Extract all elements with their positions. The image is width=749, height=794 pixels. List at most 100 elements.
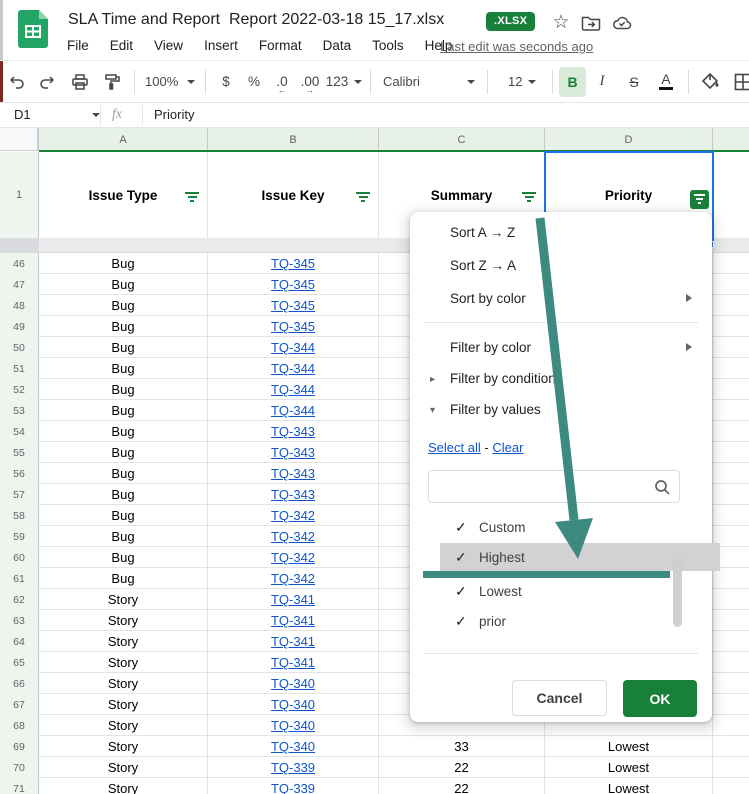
row-header-61[interactable]: 61 bbox=[0, 568, 39, 589]
cell-B62[interactable]: TQ-341 bbox=[208, 589, 379, 610]
issue-link[interactable]: TQ-340 bbox=[271, 676, 315, 691]
last-edit-status[interactable]: Last edit was seconds ago bbox=[440, 39, 593, 54]
filter-search-input[interactable] bbox=[437, 476, 647, 498]
cell-A48[interactable]: Bug bbox=[39, 295, 208, 316]
cell-A55[interactable]: Bug bbox=[39, 442, 208, 463]
collapsed-triangle-icon[interactable]: ▸ bbox=[430, 374, 435, 385]
column-header-C[interactable]: C bbox=[379, 128, 545, 151]
cell-D69[interactable]: Lowest bbox=[545, 736, 713, 757]
filter-value-prior[interactable]: ✓prior bbox=[410, 607, 698, 635]
row-header-50[interactable]: 50 bbox=[0, 337, 39, 358]
issue-link[interactable]: TQ-345 bbox=[271, 256, 315, 271]
issue-link[interactable]: TQ-341 bbox=[271, 655, 315, 670]
cell-A61[interactable]: Bug bbox=[39, 568, 208, 589]
row-header-51[interactable]: 51 bbox=[0, 358, 39, 379]
cell-D71[interactable]: Lowest bbox=[545, 778, 713, 794]
issue-link[interactable]: TQ-344 bbox=[271, 382, 315, 397]
increase-decimal-button[interactable]: .00→ bbox=[296, 67, 324, 97]
cell-B47[interactable]: TQ-345 bbox=[208, 274, 379, 295]
cell-B50[interactable]: TQ-344 bbox=[208, 337, 379, 358]
menu-item-filter-by-color[interactable]: Filter by color bbox=[450, 340, 531, 355]
filter-active-icon[interactable] bbox=[690, 190, 709, 209]
cell-B63[interactable]: TQ-341 bbox=[208, 610, 379, 631]
column-header-E[interactable] bbox=[713, 128, 749, 151]
row-header-70[interactable]: 70 bbox=[0, 757, 39, 778]
checkmark-icon[interactable]: ✓ bbox=[455, 613, 471, 630]
column-header-B[interactable]: B bbox=[208, 128, 379, 151]
row-header-62[interactable]: 62 bbox=[0, 589, 39, 610]
font-size-select[interactable]: 12 bbox=[494, 67, 546, 97]
row-header-52[interactable]: 52 bbox=[0, 379, 39, 400]
text-color-button[interactable]: A bbox=[650, 67, 682, 97]
issue-link[interactable]: TQ-343 bbox=[271, 424, 315, 439]
cell-B66[interactable]: TQ-340 bbox=[208, 673, 379, 694]
select-all-link[interactable]: Select all bbox=[428, 440, 481, 455]
formula-input[interactable]: Priority bbox=[154, 107, 194, 122]
redo-button[interactable] bbox=[32, 67, 64, 97]
menu-item-sort-az[interactable]: Sort A → Z bbox=[450, 225, 515, 240]
cell-A49[interactable]: Bug bbox=[39, 316, 208, 337]
undo-button[interactable] bbox=[0, 67, 32, 97]
menu-format[interactable]: Format bbox=[259, 38, 302, 53]
cell-A56[interactable]: Bug bbox=[39, 463, 208, 484]
clear-link[interactable]: Clear bbox=[492, 440, 523, 455]
row-header-71[interactable]: 71 bbox=[0, 778, 39, 794]
cell-A58[interactable]: Bug bbox=[39, 505, 208, 526]
cell-A51[interactable]: Bug bbox=[39, 358, 208, 379]
filter-icon[interactable] bbox=[184, 192, 200, 206]
issue-link[interactable]: TQ-341 bbox=[271, 613, 315, 628]
cell-C70[interactable]: 22 bbox=[379, 757, 545, 778]
issue-link[interactable]: TQ-343 bbox=[271, 445, 315, 460]
filter-value-custom[interactable]: ✓Custom bbox=[410, 513, 698, 541]
issue-link[interactable]: TQ-345 bbox=[271, 319, 315, 334]
row-header-49[interactable]: 49 bbox=[0, 316, 39, 337]
cell-A63[interactable]: Story bbox=[39, 610, 208, 631]
cell-B54[interactable]: TQ-343 bbox=[208, 421, 379, 442]
issue-link[interactable]: TQ-345 bbox=[271, 277, 315, 292]
document-title[interactable]: SLA Time and Report Report 2022-03-18 15… bbox=[68, 11, 444, 29]
row-header-60[interactable]: 60 bbox=[0, 547, 39, 568]
cell-B68[interactable]: TQ-340 bbox=[208, 715, 379, 736]
row-header-58[interactable]: 58 bbox=[0, 505, 39, 526]
zoom-select[interactable]: 100% bbox=[141, 67, 199, 97]
row-header-68[interactable]: 68 bbox=[0, 715, 39, 736]
menu-view[interactable]: View bbox=[154, 38, 183, 53]
issue-link[interactable]: TQ-344 bbox=[271, 361, 315, 376]
sheets-logo-icon[interactable] bbox=[18, 10, 48, 48]
cell-A47[interactable]: Bug bbox=[39, 274, 208, 295]
menu-item-sort-za[interactable]: Sort Z → A bbox=[450, 258, 516, 273]
cancel-button[interactable]: Cancel bbox=[512, 680, 607, 716]
cell-B69[interactable]: TQ-340 bbox=[208, 736, 379, 757]
row-header-69[interactable]: 69 bbox=[0, 736, 39, 757]
format-percent-button[interactable]: % bbox=[240, 67, 268, 97]
cell-A67[interactable]: Story bbox=[39, 694, 208, 715]
issue-link[interactable]: TQ-341 bbox=[271, 634, 315, 649]
row-header-63[interactable]: 63 bbox=[0, 610, 39, 631]
issue-link[interactable]: TQ-339 bbox=[271, 781, 315, 794]
cloud-saved-icon[interactable] bbox=[611, 12, 633, 34]
cell-B57[interactable]: TQ-343 bbox=[208, 484, 379, 505]
cell-B48[interactable]: TQ-345 bbox=[208, 295, 379, 316]
filter-value-lowest[interactable]: ✓Lowest bbox=[410, 577, 698, 605]
filter-icon[interactable] bbox=[355, 192, 371, 206]
cell-B64[interactable]: TQ-341 bbox=[208, 631, 379, 652]
row-header-66[interactable]: 66 bbox=[0, 673, 39, 694]
issue-link[interactable]: TQ-344 bbox=[271, 340, 315, 355]
menu-insert[interactable]: Insert bbox=[204, 38, 238, 53]
cell-A69[interactable]: Story bbox=[39, 736, 208, 757]
borders-button[interactable] bbox=[727, 67, 749, 97]
paint-format-button[interactable] bbox=[96, 67, 128, 97]
menu-edit[interactable]: Edit bbox=[110, 38, 133, 53]
ok-button[interactable]: OK bbox=[623, 680, 697, 717]
menu-item-sort-by-color[interactable]: Sort by color bbox=[450, 291, 526, 306]
cell-A62[interactable]: Story bbox=[39, 589, 208, 610]
filter-icon[interactable] bbox=[521, 192, 537, 206]
filter-list-scrollbar[interactable] bbox=[673, 552, 682, 627]
cell-A66[interactable]: Story bbox=[39, 673, 208, 694]
cell-A65[interactable]: Story bbox=[39, 652, 208, 673]
move-folder-icon[interactable] bbox=[580, 12, 602, 34]
row-header-64[interactable]: 64 bbox=[0, 631, 39, 652]
italic-button[interactable]: I bbox=[586, 67, 618, 97]
row-header-47[interactable]: 47 bbox=[0, 274, 39, 295]
issue-link[interactable]: TQ-345 bbox=[271, 298, 315, 313]
